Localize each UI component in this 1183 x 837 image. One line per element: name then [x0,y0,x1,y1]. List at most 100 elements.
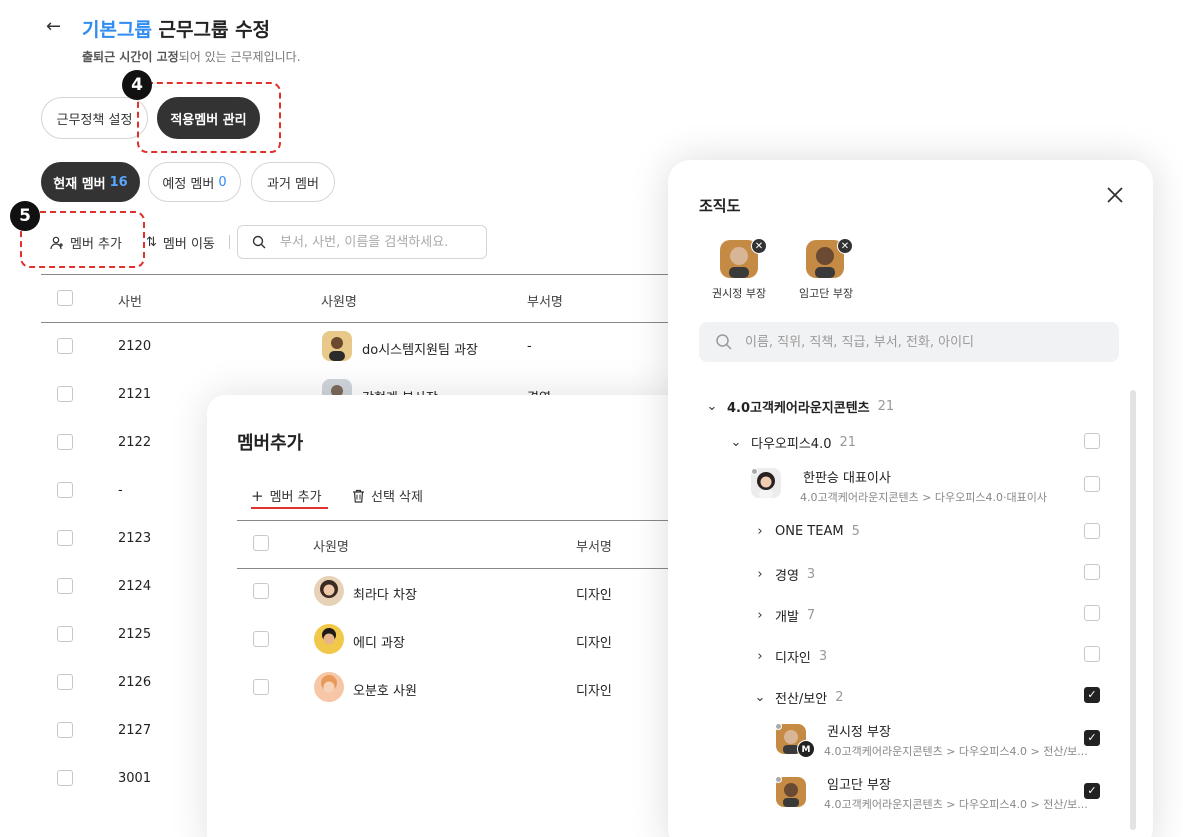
chevron-right-icon: › [757,608,763,623]
row-checkbox[interactable] [57,722,73,738]
add-modal-divider [237,520,687,521]
close-icon[interactable] [1104,184,1126,206]
tree-sub[interactable]: ⌄ 다우오피스4.0 21 [729,433,856,452]
row-checkbox[interactable] [253,679,269,695]
group-checkbox-checked[interactable]: ✓ [1084,687,1100,703]
highlight-box-step4 [137,82,281,153]
row-dept: 디자인 [576,588,612,603]
chip-name: 임고단 부장 [799,287,854,300]
current-members-count: 16 [109,174,128,190]
add-column-name: 사원명 [313,540,349,555]
org-search-box[interactable] [699,322,1119,362]
selected-member-chip: ✕ 임고단 부장 [788,238,868,300]
group-label: ONE TEAM [775,524,844,539]
search-icon [252,235,266,249]
table-row[interactable]: 2120 do시스템지원팀 과장 - [41,322,681,370]
move-member-button[interactable]: ⇅ 멤버 이동 [146,233,215,252]
tree-root-count: 21 [877,399,895,414]
list-item[interactable]: 오분호 사원 디자인 [237,664,687,712]
member-path: 4.0고객케어라운지콘텐츠 > 다우오피스4.0 > 전산/보... [824,745,1088,758]
tab-policy-settings[interactable]: 근무정책 설정 [41,97,148,139]
chevron-right-icon: › [757,524,763,539]
member-checkbox-checked[interactable]: ✓ [1084,783,1100,799]
tree-root[interactable]: ⌄ 4.0고객케어라운지콘텐츠 21 [705,397,895,416]
scheduled-members-count: 0 [218,174,227,190]
select-all-checkbox[interactable] [57,290,73,306]
tree-group-one-team[interactable]: › ONE TEAM 5 [753,524,859,539]
group-checkbox[interactable] [1084,564,1100,580]
tree-group-development[interactable]: › 개발 7 [753,606,815,625]
add-member-tab[interactable]: + 멤버 추가 [251,486,322,506]
org-search-input[interactable] [745,334,1065,350]
row-checkbox[interactable] [57,626,73,642]
delete-selected-button[interactable]: 선택 삭제 [352,486,423,505]
member-search-box[interactable] [237,225,487,259]
tree-sub-label: 다우오피스4.0 [751,437,832,452]
row-checkbox[interactable] [57,338,73,354]
tab-past-members[interactable]: 과거 멤버 [251,162,335,202]
group-checkbox[interactable] [1084,646,1100,662]
tree-sub-checkbox[interactable] [1084,433,1100,449]
chip-name: 권시정 부장 [712,287,767,300]
column-header-dept: 부서명 [527,295,563,310]
ceo-path: 4.0고객케어라운지콘텐츠 > 다우오피스4.0·대표이사 [800,491,1047,504]
plus-icon: + [251,486,264,505]
member-name[interactable]: 임고단 부장 [827,774,891,793]
row-checkbox[interactable] [253,583,269,599]
row-checkbox[interactable] [253,631,269,647]
group-checkbox[interactable] [1084,523,1100,539]
group-checkbox[interactable] [1084,605,1100,621]
tab-current-members[interactable]: 현재 멤버 16 [41,162,140,202]
org-scrollbar[interactable] [1130,390,1136,830]
add-member-button[interactable]: 멤버 추가 [50,233,122,252]
row-checkbox[interactable] [57,770,73,786]
chevron-right-icon: › [757,649,763,664]
list-item[interactable]: 최라다 차장 디자인 [237,568,687,616]
row-id: - [118,483,123,498]
row-checkbox[interactable] [57,674,73,690]
row-checkbox[interactable] [57,530,73,546]
row-id: 2125 [118,627,152,642]
avatar [314,576,344,606]
chevron-right-icon: › [757,567,763,582]
add-member-label: 멤버 추가 [70,237,122,252]
chevron-down-icon: ⌄ [754,690,766,705]
group-label: 디자인 [775,651,811,666]
current-members-label: 현재 멤버 [53,176,106,192]
page-title: 기본그룹 근무그룹 수정 [82,15,270,42]
step-badge-5: 5 [10,201,40,231]
tree-group-design[interactable]: › 디자인 3 [753,647,827,666]
tab-scheduled-members[interactable]: 예정 멤버 0 [148,162,241,202]
status-dot [751,468,758,475]
move-arrows-icon: ⇅ [146,235,157,250]
row-checkbox[interactable] [57,386,73,402]
org-chart-modal: 조직도 ✕ 권시정 부장 ✕ 임고단 부장 ⌄ 4.0고 [668,160,1153,837]
tree-group-security[interactable]: ⌄ 전산/보안 2 [753,688,844,707]
row-checkbox[interactable] [57,434,73,450]
row-checkbox[interactable] [57,482,73,498]
ceo-name[interactable]: 한판승 대표이사 [803,467,891,486]
row-id: 2120 [118,339,152,354]
remove-chip-icon[interactable]: ✕ [837,238,853,254]
back-arrow-icon[interactable]: ← [46,16,68,38]
row-id: 2122 [118,435,152,450]
row-id: 3001 [118,771,152,786]
tree-group-management[interactable]: › 경영 3 [753,565,815,584]
avatar [322,331,352,361]
add-select-all-checkbox[interactable] [253,535,269,551]
row-checkbox[interactable] [57,578,73,594]
active-tab-underline [251,507,328,509]
member-checkbox-checked[interactable]: ✓ [1084,730,1100,746]
row-id: 2124 [118,579,152,594]
group-count: 7 [806,608,816,623]
row-dept: 디자인 [576,636,612,651]
search-icon [716,334,732,350]
member-search-input[interactable] [280,234,460,250]
ceo-checkbox[interactable] [1084,476,1100,492]
tree-sub-count: 21 [839,435,857,450]
member-path: 4.0고객케어라운지콘텐츠 > 다우오피스4.0 > 전산/보... [824,798,1088,811]
remove-chip-icon[interactable]: ✕ [751,238,767,254]
list-item[interactable]: 에디 과장 디자인 [237,616,687,664]
column-header-name: 사원명 [321,295,357,310]
member-name[interactable]: 권시정 부장 [827,721,891,740]
